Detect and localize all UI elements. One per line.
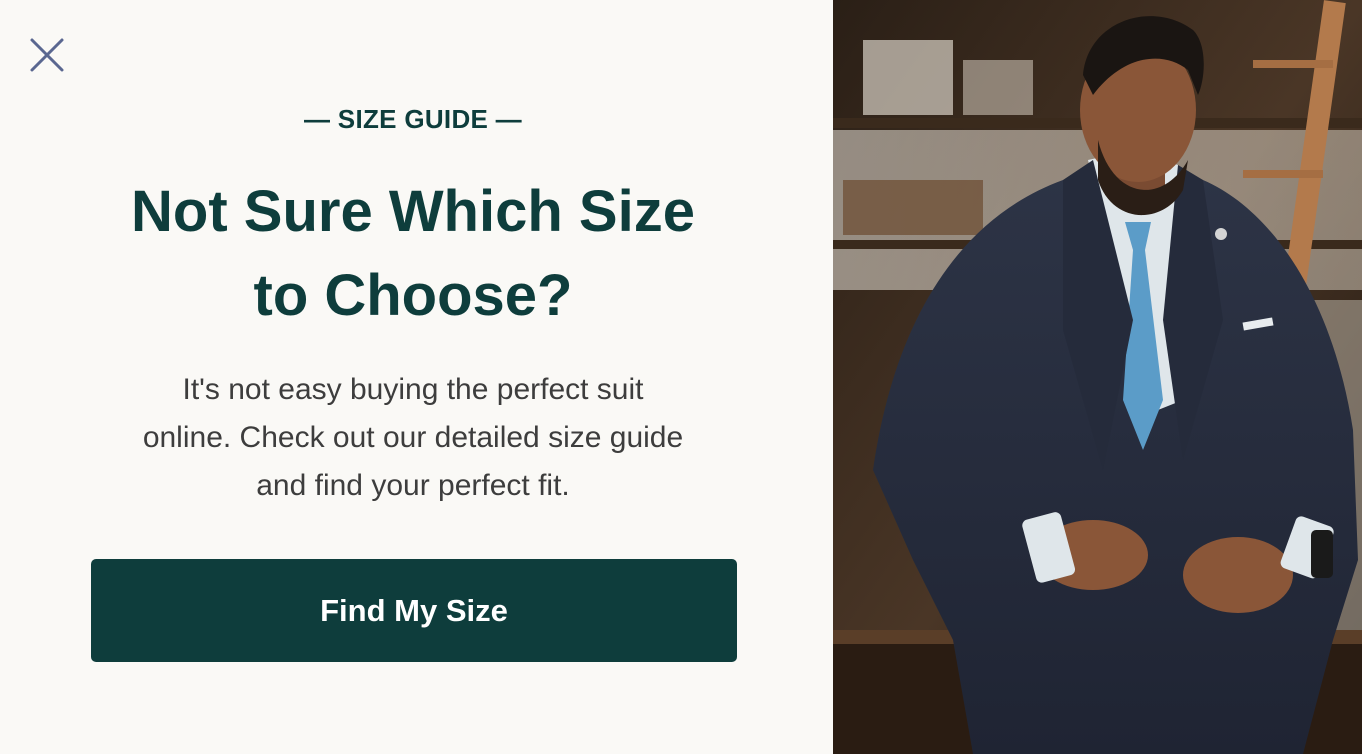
size-guide-modal: — SIZE GUIDE — Not Sure Which Size to Ch…: [0, 0, 1362, 754]
close-icon: [30, 38, 64, 72]
eyebrow-label: — SIZE GUIDE —: [303, 104, 522, 134]
modal-description: It's not easy buying the perfect suit on…: [70, 366, 756, 510]
description-line-3: and find your perfect fit.: [256, 469, 570, 502]
close-button[interactable]: [28, 36, 66, 74]
modal-headline: Not Sure Which Size to Choose?: [0, 170, 826, 338]
hero-image-panel: [833, 0, 1362, 754]
modal-content-panel: — SIZE GUIDE — Not Sure Which Size to Ch…: [0, 0, 833, 754]
headline-line-2: to Choose?: [253, 263, 573, 328]
description-line-1: It's not easy buying the perfect suit: [182, 373, 644, 406]
description-line-2: online. Check out our detailed size guid…: [142, 421, 684, 454]
headline-line-1: Not Sure Which Size: [131, 179, 695, 244]
man-in-suit-photo: [833, 0, 1362, 754]
find-my-size-button[interactable]: Find My Size: [91, 559, 737, 662]
